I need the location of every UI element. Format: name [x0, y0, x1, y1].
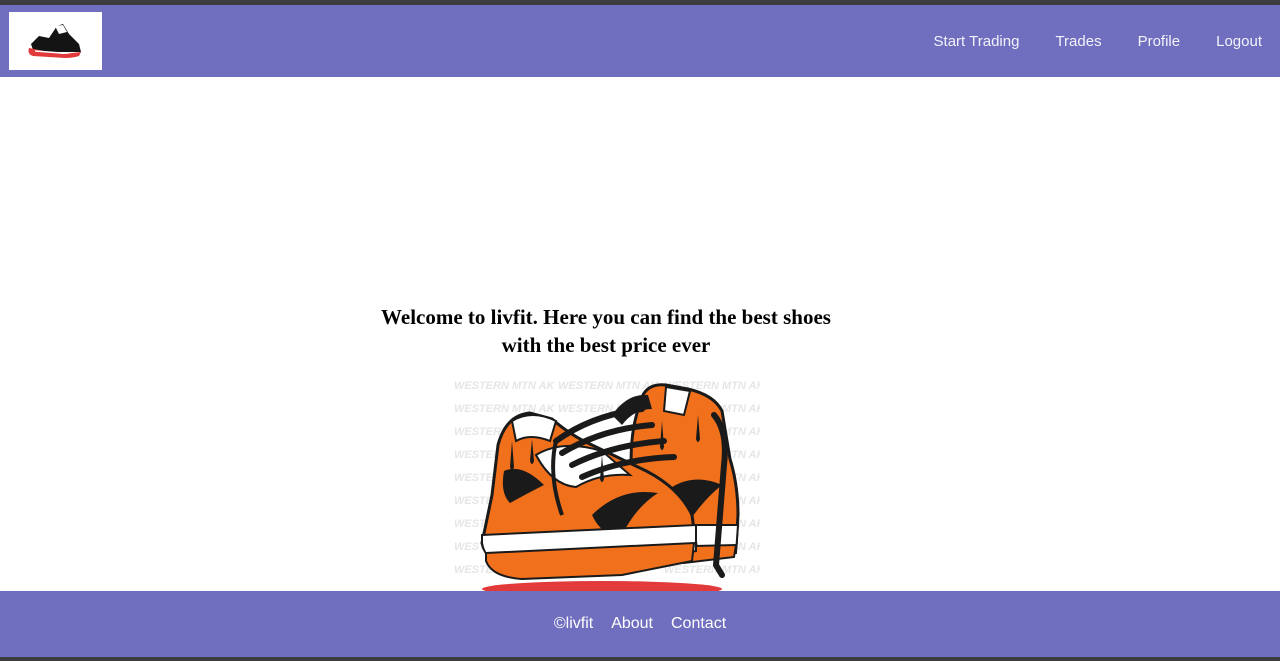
main-content: Welcome to livfit. Here you can find the… — [0, 77, 1280, 591]
footer-copyright: ©livfit — [553, 615, 594, 632]
sneaker-logo-icon — [28, 24, 81, 58]
svg-text:WESTERN MTN AK: WESTERN MTN AK — [454, 380, 555, 392]
nav-logout[interactable]: Logout — [1216, 33, 1262, 50]
site-header: Start Trading Trades Profile Logout — [0, 5, 1280, 77]
nav-profile[interactable]: Profile — [1138, 33, 1181, 50]
svg-text:WESTERN MTN AK: WESTERN MTN AK — [558, 380, 659, 392]
footer-link-about[interactable]: About — [611, 615, 653, 633]
svg-text:WESTERN MTN AK: WESTERN MTN AK — [664, 564, 760, 576]
hero-sneaker-image: WESTERN MTN AK WESTERN MTN AK WESTERN MTN … — [454, 380, 760, 591]
nav-start-trading[interactable]: Start Trading — [934, 33, 1020, 50]
nav-trades[interactable]: Trades — [1055, 33, 1101, 50]
welcome-heading: Welcome to livfit. Here you can find the… — [381, 305, 831, 357]
site-logo[interactable] — [9, 12, 102, 70]
svg-text:WESTERN MTN AK: WESTERN MTN AK — [454, 403, 555, 415]
site-footer: ©livfit About Contact — [0, 591, 1280, 657]
footer-link-contact[interactable]: Contact — [671, 615, 726, 633]
main-nav: Start Trading Trades Profile Logout — [934, 5, 1262, 77]
window-bottom-border — [0, 657, 1280, 661]
